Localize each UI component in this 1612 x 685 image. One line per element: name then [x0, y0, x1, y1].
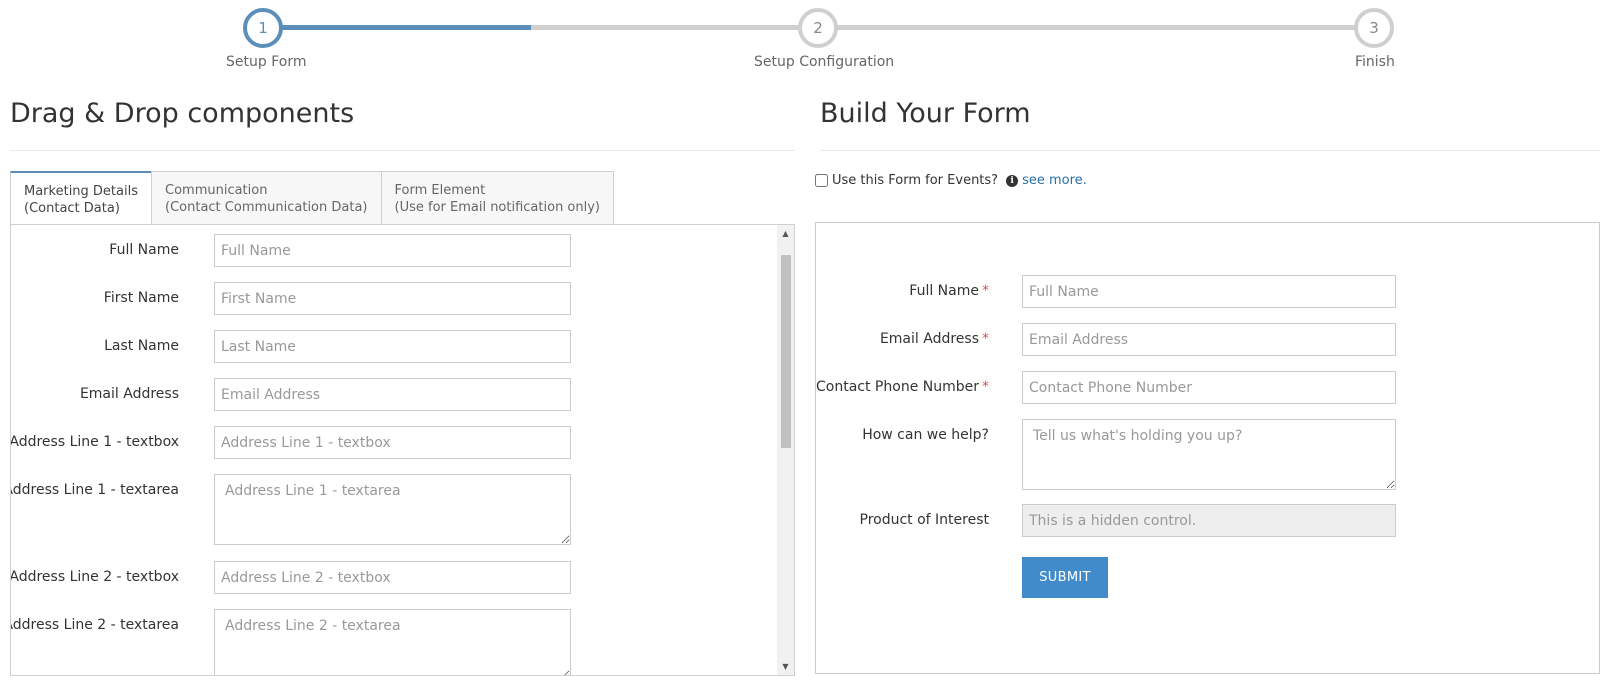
component-tabs: Marketing Details (Contact Data) Communi…	[10, 171, 615, 224]
events-option: Use this Form for Events? i see more.	[815, 173, 1087, 188]
component-address1-textbox-input[interactable]	[214, 426, 571, 459]
how-can-we-help-textarea[interactable]	[1022, 419, 1396, 490]
tab-marketing-details-title: Marketing Details	[24, 184, 138, 199]
form-builder-canvas: Full Name* Email Address* Contact Phone …	[815, 222, 1600, 674]
submit-button[interactable]: SUBMIT	[1022, 557, 1108, 598]
component-last-name-input[interactable]	[214, 330, 571, 363]
info-circle-icon: i	[1006, 174, 1019, 187]
see-more-link[interactable]: see more.	[1022, 173, 1087, 188]
tab-form-element-title: Form Element	[394, 183, 486, 198]
step-3-number: 3	[1369, 19, 1379, 37]
component-label: Last Name	[104, 338, 179, 354]
step-2-label: Setup Configuration	[754, 54, 895, 70]
components-title: Drag & Drop components	[10, 98, 355, 129]
tab-communication[interactable]: Communication (Contact Communication Dat…	[151, 171, 382, 224]
form-field-label: Full Name *	[909, 283, 989, 299]
scroll-thumb[interactable]	[781, 255, 791, 448]
build-form-title: Build Your Form	[820, 98, 1031, 129]
component-label: Address Line 2 - textarea	[10, 617, 179, 633]
step-2-circle[interactable]: 2	[798, 8, 838, 48]
step-2-number: 2	[813, 19, 823, 37]
component-first-name-input[interactable]	[214, 282, 571, 315]
use-for-events-label: Use this Form for Events?	[832, 173, 999, 188]
form-field-label-text: Contact Phone Number	[816, 379, 979, 395]
tab-marketing-details[interactable]: Marketing Details (Contact Data)	[10, 171, 152, 224]
required-marker: *	[982, 379, 989, 395]
component-label: Email Address	[79, 386, 179, 402]
step-progress-line-active	[264, 25, 531, 30]
components-scrollbar[interactable]: ▲ ▼	[777, 225, 794, 675]
full-name-input[interactable]	[1022, 275, 1396, 308]
tab-communication-subtitle: (Contact Communication Data)	[165, 200, 368, 215]
tab-marketing-details-subtitle: (Contact Data)	[24, 201, 120, 216]
form-field-label: Product of Interest	[859, 512, 990, 528]
tab-form-element[interactable]: Form Element (Use for Email notification…	[380, 171, 615, 224]
email-address-input[interactable]	[1022, 323, 1396, 356]
component-label: Address Line 1 - textarea	[10, 482, 179, 498]
component-label: Full Name	[109, 242, 179, 258]
progress-stepper: 1 2 3 Setup Form Setup Configuration Fin…	[0, 0, 1612, 80]
step-progress-line	[531, 25, 1354, 30]
form-field-label: Contact Phone Number *	[816, 379, 989, 395]
contact-phone-input[interactable]	[1022, 371, 1396, 404]
component-label: Address Line 1 - textbox	[10, 434, 179, 450]
step-1-number: 1	[258, 19, 268, 37]
left-divider	[10, 150, 795, 151]
component-label: Address Line 2 - textbox	[10, 569, 179, 585]
component-email-address-input[interactable]	[214, 378, 571, 411]
component-address1-textarea-input[interactable]	[214, 474, 571, 545]
component-label: First Name	[103, 290, 179, 306]
form-field-label-text: Full Name	[909, 283, 979, 299]
component-address2-textarea-input[interactable]	[214, 609, 571, 675]
step-1-label: Setup Form	[226, 54, 307, 70]
step-3-label: Finish	[1355, 54, 1395, 70]
tab-communication-title: Communication	[165, 183, 268, 198]
right-divider	[820, 150, 1600, 151]
components-panel: Full Name First Name Last Name Email Add…	[10, 224, 795, 676]
form-field-label: How can we help?	[862, 427, 989, 443]
scroll-up-arrow-icon[interactable]: ▲	[777, 225, 794, 242]
scroll-down-arrow-icon[interactable]: ▼	[777, 658, 794, 675]
tab-form-element-subtitle: (Use for Email notification only)	[394, 200, 601, 215]
component-address2-textbox-input[interactable]	[214, 561, 571, 594]
form-field-label-text: Email Address	[879, 331, 979, 347]
step-3-circle[interactable]: 3	[1354, 8, 1394, 48]
step-1-circle[interactable]: 1	[243, 8, 283, 48]
product-of-interest-hidden-input[interactable]	[1022, 504, 1396, 537]
use-for-events-checkbox[interactable]	[815, 174, 828, 187]
component-full-name-input[interactable]	[214, 234, 571, 267]
form-field-label: Email Address *	[880, 331, 989, 347]
required-marker: *	[982, 331, 989, 347]
required-marker: *	[982, 283, 989, 299]
